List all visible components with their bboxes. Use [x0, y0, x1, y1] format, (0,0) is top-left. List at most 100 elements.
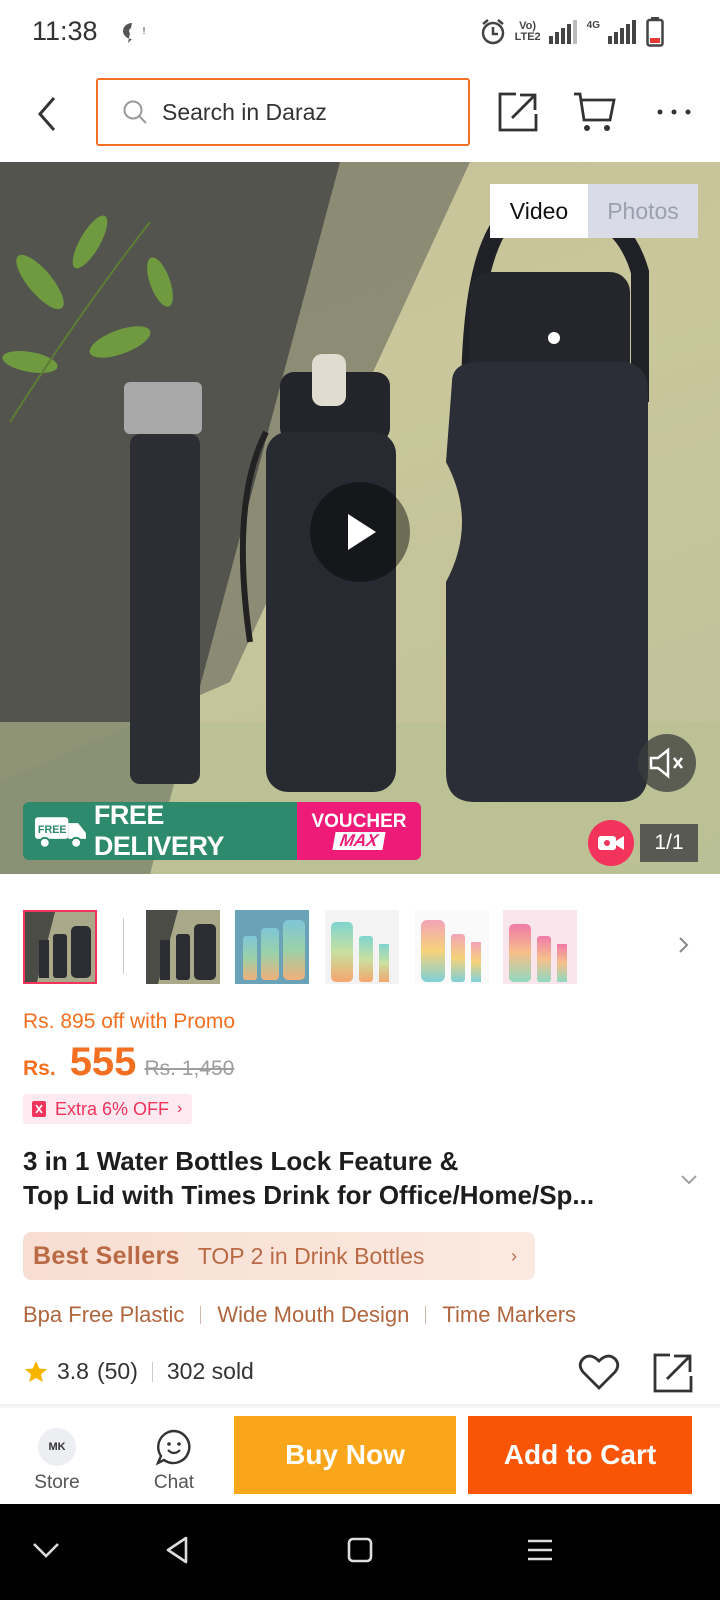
voucher-max-label: MAX: [332, 831, 386, 850]
product-title: 3 in 1 Water Bottles Lock Feature & Top …: [23, 1144, 669, 1212]
feature-separator: [425, 1306, 427, 1324]
thumbnail-next-button[interactable]: [672, 928, 696, 962]
video-camera-button[interactable]: [588, 820, 634, 866]
volte-indicator: Vo) LTE2: [515, 21, 541, 43]
extra-discount-badge[interactable]: Extra 6% OFF ›: [23, 1094, 193, 1124]
tab-photos[interactable]: Photos: [588, 184, 698, 238]
star-icon: [25, 1360, 47, 1382]
chat-notification-icon: !: [120, 20, 148, 44]
nav-home-icon[interactable]: [344, 1534, 376, 1566]
coupon-icon: [32, 1101, 46, 1117]
chevron-right-icon: ›: [511, 1246, 517, 1266]
thumbnail-image: [25, 912, 95, 982]
chat-label: Chat: [153, 1472, 195, 1493]
feature-tag: Bpa Free Plastic: [23, 1302, 185, 1327]
alarm-icon: [479, 18, 507, 46]
chevron-right-icon: ›: [177, 1100, 183, 1117]
store-label: Store: [34, 1472, 80, 1493]
top-nav: Search in Daraz: [0, 66, 720, 162]
thumbnail-item[interactable]: [415, 910, 489, 984]
lte-label: LTE2: [514, 31, 541, 43]
best-sellers-label: Best Sellers: [33, 1241, 180, 1270]
add-to-cart-button[interactable]: Add to Cart: [468, 1416, 692, 1494]
thumbnail-image: [415, 910, 489, 984]
best-sellers-rank: TOP 2 in Drink Bottles: [197, 1242, 425, 1269]
wishlist-button[interactable]: [578, 1352, 620, 1392]
voucher-label: VOUCHER: [311, 811, 407, 832]
feature-separator: [200, 1306, 202, 1324]
expand-title-button[interactable]: [680, 1172, 698, 1185]
video-camera-icon: [598, 836, 624, 850]
feature-tag: Time Markers: [442, 1302, 577, 1327]
free-delivery-text: FREE DELIVERY: [93, 802, 225, 860]
delivery-truck-icon: FREE: [34, 817, 86, 849]
search-icon: [123, 100, 147, 124]
thumbnail-image: [146, 910, 220, 984]
current-price: 555: [69, 1040, 137, 1084]
chat-button[interactable]: Chat: [140, 1428, 208, 1498]
feature-tag: Wide Mouth Design: [217, 1302, 410, 1327]
system-navigation-bar: [0, 1504, 720, 1600]
thumbnail-image: [235, 910, 309, 984]
thumbnail-item[interactable]: [23, 910, 97, 984]
free-delivery-banner: FREE FREE DELIVERY VOUCHER MAX: [23, 802, 421, 860]
media-counter: 1/1: [640, 824, 698, 862]
heart-icon: [578, 1354, 620, 1390]
rating-score: 3.8: [57, 1358, 89, 1384]
voucher-max-section: VOUCHER MAX: [297, 802, 421, 860]
free-delivery-section: FREE FREE DELIVERY: [23, 802, 297, 860]
thumbnail-item[interactable]: [235, 910, 309, 984]
cart-button[interactable]: [572, 90, 618, 134]
nav-recents-icon[interactable]: [524, 1534, 556, 1566]
product-title-line-2: Top Lid with Times Drink for Office/Home…: [23, 1180, 595, 1210]
cart-icon: [574, 92, 616, 131]
nav-back-icon[interactable]: [162, 1534, 194, 1566]
search-input[interactable]: Search in Daraz: [96, 78, 470, 146]
play-button[interactable]: [310, 482, 410, 582]
chat-icon: [155, 1429, 191, 1466]
store-button[interactable]: MK Store: [20, 1428, 94, 1498]
thumbnail-item[interactable]: [146, 910, 220, 984]
share-button[interactable]: [496, 90, 540, 134]
rating-row[interactable]: 3.8 (50) 302 sold: [23, 1358, 254, 1385]
sold-count: 302 sold: [166, 1358, 254, 1384]
price-row: Rs. 555 Rs. 1,450: [23, 1040, 234, 1085]
rating-separator: [151, 1361, 153, 1382]
signal-icon-2: [608, 20, 638, 44]
feature-tags: Bpa Free Plastic Wide Mouth Design Time …: [23, 1302, 576, 1328]
thumbnail-item[interactable]: [325, 910, 399, 984]
buy-now-button[interactable]: Buy Now: [234, 1416, 456, 1494]
search-placeholder: Search in Daraz: [162, 98, 327, 125]
free-tag: FREE: [38, 824, 67, 836]
back-icon: [38, 97, 56, 131]
status-time: 11:38: [32, 16, 98, 46]
thumbnail-item[interactable]: [503, 910, 577, 984]
rating-count: (50): [96, 1358, 138, 1384]
product-media-video[interactable]: Video Photos FREE FREE DELIVERY VOUCHER …: [0, 162, 720, 874]
network-type: 4G: [586, 19, 600, 31]
signal-icon: [548, 20, 579, 44]
promo-text: Rs. 895 off with Promo: [23, 1010, 236, 1033]
product-title-line-1: 3 in 1 Water Bottles Lock Feature &: [23, 1146, 459, 1176]
share-icon: [498, 92, 538, 132]
chevron-down-icon: [681, 1175, 697, 1185]
extra-discount-text: Extra 6% OFF: [55, 1098, 170, 1119]
share-product-button[interactable]: [652, 1352, 694, 1394]
tab-video[interactable]: Video: [490, 184, 588, 238]
play-icon: [348, 514, 376, 550]
thumbnail-strip: [0, 900, 720, 990]
status-icons: Vo) LTE2 4G: [479, 16, 664, 48]
mute-button[interactable]: [638, 734, 696, 792]
more-icon: [657, 109, 691, 115]
hide-keyboard-icon[interactable]: [30, 1534, 62, 1566]
original-price: Rs. 1,450: [144, 1057, 235, 1080]
best-sellers-banner[interactable]: Best Sellers TOP 2 in Drink Bottles ›: [23, 1232, 535, 1280]
share-icon: [653, 1353, 693, 1393]
chevron-right-icon: [679, 937, 689, 953]
svg-text:!: !: [142, 26, 146, 37]
more-button[interactable]: [654, 104, 694, 120]
thumbnail-image: [325, 910, 399, 984]
store-logo: MK: [38, 1428, 76, 1466]
mute-icon: [649, 747, 683, 779]
back-button[interactable]: [28, 92, 68, 136]
